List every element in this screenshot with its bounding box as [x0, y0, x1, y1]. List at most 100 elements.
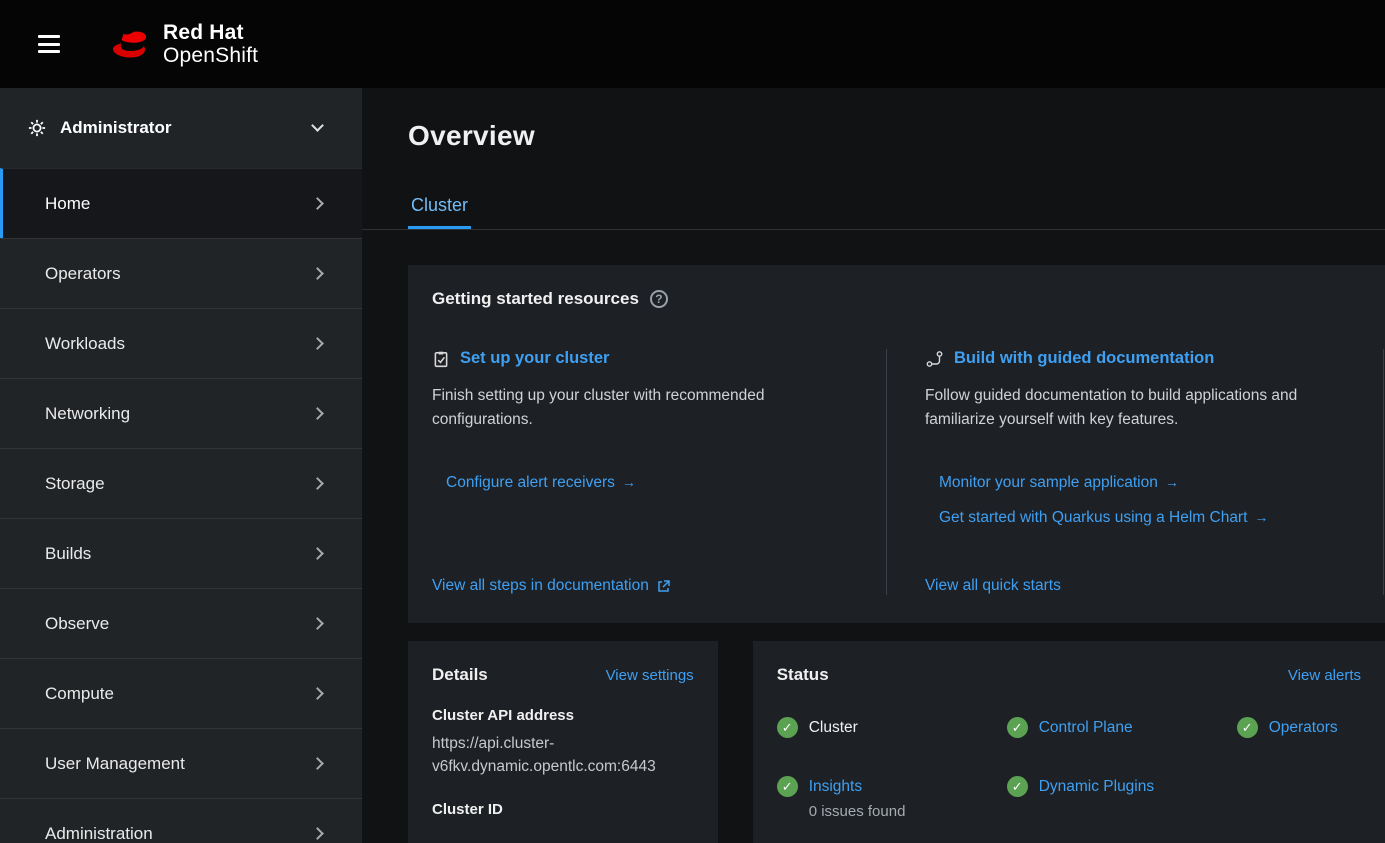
- sidebar-nav: Administrator Home Operators Workloads N…: [0, 88, 362, 843]
- sidebar-item-home[interactable]: Home: [0, 168, 362, 238]
- sidebar-item-label: Home: [45, 194, 90, 214]
- link-label: View all steps in documentation: [432, 577, 649, 595]
- sidebar-item-operators[interactable]: Operators: [0, 238, 362, 308]
- view-all-quick-starts-link[interactable]: View all quick starts: [925, 577, 1343, 595]
- status-item-control-plane: ✓ Control Plane: [1007, 719, 1237, 738]
- status-grid: ✓ Cluster ✓ Control Plane ✓ Operators ✓: [777, 719, 1361, 820]
- clipboard-check-icon: [432, 350, 450, 368]
- details-card: Details View settings Cluster API addres…: [408, 641, 718, 843]
- sidebar-item-label: Networking: [45, 404, 130, 424]
- overview-dashboard: Getting started resources ? Set up your …: [362, 230, 1385, 843]
- getting-started-section-setup: Set up your cluster Finish setting up yo…: [432, 349, 887, 595]
- status-item-insights: ✓ Insights 0 issues found: [777, 778, 1007, 820]
- check-circle-icon: ✓: [1237, 717, 1258, 738]
- dynamic-plugins-link[interactable]: Dynamic Plugins: [1039, 778, 1154, 795]
- getting-started-columns: Set up your cluster Finish setting up yo…: [432, 349, 1385, 595]
- check-circle-icon: ✓: [777, 717, 798, 738]
- tab-bar: Cluster: [362, 182, 1385, 230]
- control-plane-link[interactable]: Control Plane: [1039, 719, 1133, 736]
- dashboard-bottom-row: Details View settings Cluster API addres…: [408, 641, 1385, 843]
- insights-link[interactable]: Insights: [809, 778, 862, 795]
- sidebar-item-observe[interactable]: Observe: [0, 588, 362, 658]
- sidebar-item-builds[interactable]: Builds: [0, 518, 362, 588]
- link-label: Configure alert receivers: [446, 474, 615, 491]
- chevron-right-icon: [311, 267, 324, 280]
- gear-icon: [28, 119, 46, 137]
- build-guided-docs-link[interactable]: Build with guided documentation: [925, 349, 1343, 368]
- link-label: View all quick starts: [925, 577, 1061, 595]
- check-circle-icon: ✓: [1007, 776, 1028, 797]
- status-title: Status: [777, 665, 829, 685]
- sidebar-item-user-management[interactable]: User Management: [0, 728, 362, 798]
- status-card: Status View alerts ✓ Cluster ✓ Control P…: [753, 641, 1385, 843]
- section-title: Build with guided documentation: [954, 349, 1214, 368]
- tab-cluster[interactable]: Cluster: [408, 182, 471, 229]
- perspective-label: Administrator: [60, 118, 171, 138]
- getting-started-card: Getting started resources ? Set up your …: [408, 265, 1385, 623]
- external-link-icon: [657, 580, 670, 593]
- chevron-right-icon: [311, 617, 324, 630]
- cluster-status-label: Cluster: [809, 719, 858, 736]
- redhat-logo-icon: [110, 29, 150, 59]
- view-settings-link[interactable]: View settings: [606, 667, 694, 684]
- status-item-cluster: ✓ Cluster: [777, 719, 1007, 738]
- hamburger-icon: [38, 35, 60, 53]
- link-label: Monitor your sample application: [939, 474, 1158, 491]
- setup-cluster-link[interactable]: Set up your cluster: [432, 349, 846, 368]
- section-description: Finish setting up your cluster with reco…: [432, 384, 812, 432]
- section-description: Follow guided documentation to build app…: [925, 384, 1343, 432]
- sidebar-item-administration[interactable]: Administration: [0, 798, 362, 843]
- chevron-right-icon: [311, 407, 324, 420]
- main-content: Overview Cluster Getting started resourc…: [362, 88, 1385, 843]
- insights-issues-text: 0 issues found: [809, 803, 906, 820]
- section-title: Set up your cluster: [460, 349, 609, 368]
- sidebar-item-workloads[interactable]: Workloads: [0, 308, 362, 378]
- guided-docs-icon: [925, 350, 944, 368]
- chevron-right-icon: [311, 827, 324, 840]
- sidebar-item-label: Administration: [45, 824, 153, 843]
- getting-started-header: Getting started resources ?: [432, 289, 1385, 309]
- chevron-right-icon: [311, 757, 324, 770]
- sidebar-item-label: User Management: [45, 754, 185, 774]
- monitor-sample-app-link[interactable]: Monitor your sample application →: [939, 474, 1343, 492]
- quarkus-helm-chart-link[interactable]: Get started with Quarkus using a Helm Ch…: [939, 509, 1343, 527]
- view-alerts-link[interactable]: View alerts: [1288, 667, 1361, 684]
- chevron-down-icon: [311, 119, 324, 132]
- menu-toggle-button[interactable]: [30, 23, 68, 66]
- operators-link[interactable]: Operators: [1269, 719, 1338, 736]
- link-label: Get started with Quarkus using a Helm Ch…: [939, 509, 1247, 526]
- page-title: Overview: [408, 120, 1385, 152]
- chevron-right-icon: [311, 337, 324, 350]
- chevron-right-icon: [311, 197, 324, 210]
- help-icon[interactable]: ?: [650, 290, 668, 308]
- sidebar-item-label: Operators: [45, 264, 121, 284]
- sidebar-item-networking[interactable]: Networking: [0, 378, 362, 448]
- status-item-dynamic-plugins: ✓ Dynamic Plugins: [1007, 778, 1237, 820]
- sidebar-item-storage[interactable]: Storage: [0, 448, 362, 518]
- arrow-right-icon: →: [1254, 509, 1268, 525]
- sidebar-item-compute[interactable]: Compute: [0, 658, 362, 728]
- section-links: Monitor your sample application → Get sta…: [925, 474, 1343, 527]
- section-links: Configure alert receivers →: [432, 474, 846, 492]
- configure-alert-receivers-link[interactable]: Configure alert receivers →: [446, 474, 846, 492]
- check-circle-icon: ✓: [1007, 717, 1028, 738]
- sidebar-item-label: Storage: [45, 474, 105, 494]
- chevron-right-icon: [311, 687, 324, 700]
- getting-started-title: Getting started resources: [432, 289, 639, 309]
- sidebar-item-label: Workloads: [45, 334, 125, 354]
- arrow-right-icon: →: [1165, 474, 1179, 490]
- cluster-id-label: Cluster ID: [432, 801, 694, 818]
- redhat-openshift-logo: Red Hat OpenShift: [110, 21, 258, 67]
- cluster-api-address-value: https://api.cluster-v6fkv.dynamic.opentl…: [432, 732, 694, 779]
- sidebar-item-label: Builds: [45, 544, 91, 564]
- product-name: OpenShift: [163, 44, 258, 67]
- arrow-right-icon: →: [622, 474, 636, 490]
- view-all-steps-link[interactable]: View all steps in documentation: [432, 577, 846, 595]
- getting-started-section-guided-docs: Build with guided documentation Follow g…: [887, 349, 1384, 595]
- brand-name: Red Hat: [163, 21, 258, 44]
- perspective-switcher[interactable]: Administrator: [0, 88, 362, 168]
- details-title: Details: [432, 665, 488, 685]
- masthead: Red Hat OpenShift: [0, 0, 1385, 88]
- sidebar-item-label: Compute: [45, 684, 114, 704]
- cluster-api-address-label: Cluster API address: [432, 707, 694, 724]
